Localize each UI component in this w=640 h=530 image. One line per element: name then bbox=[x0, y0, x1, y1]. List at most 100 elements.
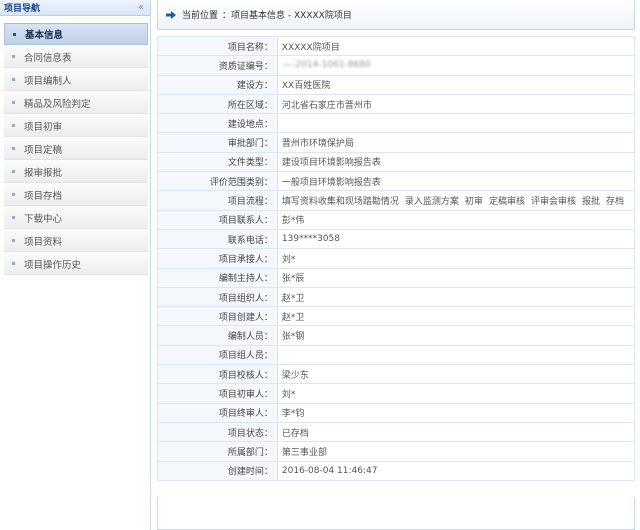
table-row: 所属部门： 第三事业部 bbox=[157, 441, 636, 462]
bullet-icon bbox=[12, 78, 15, 81]
sidebar-item-1[interactable]: 合同信息表 bbox=[4, 46, 148, 68]
field-label: 项目组人员： bbox=[157, 344, 278, 366]
field-value-text: 已存档 bbox=[281, 428, 309, 439]
table-row: 资质证编号： —–2014-1061-8680 bbox=[157, 55, 636, 76]
field-value-text: 刘* bbox=[281, 389, 296, 400]
field-value: XXXXX院项目 bbox=[276, 35, 636, 57]
table-row: 项目组人员： bbox=[157, 344, 636, 366]
table-row: 文件类型： 建设项目环境影响报告表 bbox=[157, 151, 636, 173]
field-label: 项目联系人： bbox=[157, 209, 278, 230]
field-value: 139****3058 bbox=[276, 228, 636, 250]
field-label: 项目承接人： bbox=[157, 248, 278, 269]
field-label: 所在区域： bbox=[157, 93, 278, 115]
table-row: 评价范围类别： 一般项目环境影响报告表 bbox=[157, 171, 636, 192]
process-step: 录入监测方案 bbox=[404, 197, 459, 208]
field-value: 赵*卫 bbox=[276, 286, 636, 308]
field-value: 已存档 bbox=[276, 421, 636, 443]
sidebar-item-2[interactable]: 项目编制人 bbox=[4, 69, 148, 91]
sidebar-item-6[interactable]: 报审报批 bbox=[4, 161, 148, 183]
sidebar-item-label: 项目存档 bbox=[24, 190, 63, 202]
process-step: 填写资料收集和现场踏勘情况 bbox=[281, 197, 399, 208]
table-row: 项目初审人： 刘* bbox=[157, 383, 636, 404]
table-row: 建设方： XX百姓医院 bbox=[157, 74, 636, 95]
field-value: 建设项目环境影响报告表 bbox=[276, 151, 636, 173]
breadcrumb: 当前位置 ：项目基本信息 - XXXXX院项目 bbox=[157, 0, 635, 30]
table-row: 联系电话： 139****3058 bbox=[157, 228, 636, 250]
sidebar-item-label: 项目定稿 bbox=[24, 144, 63, 156]
sidebar-item-10[interactable]: 项目操作历史 bbox=[4, 253, 148, 275]
table-row: 项目创建人： 赵*卫 bbox=[157, 306, 636, 327]
field-label: 编制主持人： bbox=[157, 267, 278, 288]
sidebar-item-label: 项目编制人 bbox=[24, 75, 72, 87]
field-value-text: 赵*卫 bbox=[281, 293, 305, 304]
field-value: 梁少东 bbox=[276, 364, 636, 385]
sidebar-item-4[interactable]: 项目初审 bbox=[4, 115, 148, 137]
sidebar-item-label: 精品及风险判定 bbox=[24, 98, 91, 110]
field-value-text: XX百姓医院 bbox=[281, 81, 331, 92]
bullet-icon bbox=[12, 170, 15, 173]
field-value-text: 李*钧 bbox=[281, 409, 305, 420]
field-value-text: 第三事业部 bbox=[281, 447, 327, 458]
main-content: 当前位置 ：项目基本信息 - XXXXX院项目 项目名称： XXXXX院项目 资质证… bbox=[157, 0, 636, 530]
table-row: 项目状态： 已存档 bbox=[157, 421, 636, 443]
sidebar-nav: 基本信息合同信息表项目编制人精品及风险判定项目初审项目定稿报审报批项目存档下载中… bbox=[0, 23, 150, 275]
table-row: 项目校核人： 梁少东 bbox=[157, 364, 636, 385]
field-value: 赵*卫 bbox=[276, 306, 636, 327]
field-label: 项目组织人： bbox=[157, 286, 278, 308]
bullet-icon bbox=[13, 32, 16, 36]
table-row: 项目终审人： 李*钧 bbox=[157, 402, 636, 423]
field-value: 张*钢 bbox=[276, 325, 636, 346]
field-value-text: 建设项目环境影响报告表 bbox=[281, 158, 381, 169]
sidebar-item-7[interactable]: 项目存档 bbox=[4, 184, 148, 206]
field-value: 刘* bbox=[276, 248, 636, 269]
field-value: 第三事业部 bbox=[276, 441, 636, 462]
field-value: 填写资料收集和现场踏勘情况 录入监测方案 初审 定稿审核 评审会审核 报批 存档 bbox=[276, 190, 636, 211]
bullet-icon bbox=[12, 101, 15, 104]
collapse-sidebar-icon[interactable]: « bbox=[138, 2, 144, 13]
field-label: 文件类型： bbox=[157, 151, 278, 173]
field-value-text: —–2014-1061-8680 bbox=[281, 60, 371, 71]
field-label: 编制人员： bbox=[157, 325, 278, 346]
sidebar-item-0[interactable]: 基本信息 bbox=[4, 23, 148, 45]
field-value-text: 彭*伟 bbox=[281, 216, 305, 227]
sidebar-item-3[interactable]: 精品及风险判定 bbox=[4, 92, 148, 114]
bullet-icon bbox=[12, 193, 15, 196]
field-value bbox=[276, 113, 636, 134]
sidebar-item-9[interactable]: 项目资料 bbox=[4, 230, 148, 252]
field-value-text: 139****3058 bbox=[281, 234, 340, 245]
process-step: 初审 bbox=[464, 197, 483, 208]
process-step: 定稿审核 bbox=[488, 197, 525, 208]
table-row: 创建时间： 2016-08-04 11:46:47 bbox=[157, 460, 636, 481]
field-label: 评价范围类别： bbox=[157, 171, 278, 192]
bullet-icon bbox=[12, 262, 15, 265]
field-value: 晋州市环境保护局 bbox=[276, 132, 636, 153]
process-step: 评审会审核 bbox=[530, 197, 576, 208]
table-row: 审批部门： 晋州市环境保护局 bbox=[157, 132, 636, 153]
bullet-icon bbox=[12, 216, 15, 219]
sidebar-item-label: 项目资料 bbox=[24, 236, 63, 248]
project-detail-table: 项目名称： XXXXX院项目 资质证编号： —–2014-1061-8680 建设方： X… bbox=[157, 35, 636, 481]
sidebar-item-label: 项目操作历史 bbox=[24, 259, 82, 271]
field-value-text: 张*钢 bbox=[281, 332, 305, 343]
field-label: 项目校核人： bbox=[157, 364, 278, 385]
arrow-right-icon bbox=[166, 10, 176, 19]
field-value-text: 一般项目环境影响报告表 bbox=[281, 177, 381, 188]
sidebar-item-label: 合同信息表 bbox=[24, 52, 72, 64]
field-value: 张*辰 bbox=[276, 267, 636, 288]
sidebar-item-8[interactable]: 下载中心 bbox=[4, 207, 148, 229]
field-value-text: 晋州市环境保护局 bbox=[281, 139, 354, 150]
process-step: 报批 bbox=[581, 197, 600, 208]
field-label: 项目初审人： bbox=[157, 383, 278, 404]
field-value: 刘* bbox=[276, 383, 636, 404]
sidebar-title: 项目导航 bbox=[4, 4, 41, 14]
field-value: 李*钧 bbox=[276, 402, 636, 423]
bullet-icon bbox=[12, 124, 15, 127]
field-value: XX百姓医院 bbox=[276, 74, 636, 95]
field-label: 项目终审人： bbox=[157, 402, 278, 423]
table-row: 建设地点： bbox=[157, 113, 636, 134]
sidebar-item-5[interactable]: 项目定稿 bbox=[4, 138, 148, 160]
bullet-icon bbox=[12, 239, 15, 242]
bullet-icon bbox=[12, 55, 15, 58]
bullet-icon bbox=[12, 147, 15, 150]
process-step: 存档 bbox=[605, 197, 624, 208]
